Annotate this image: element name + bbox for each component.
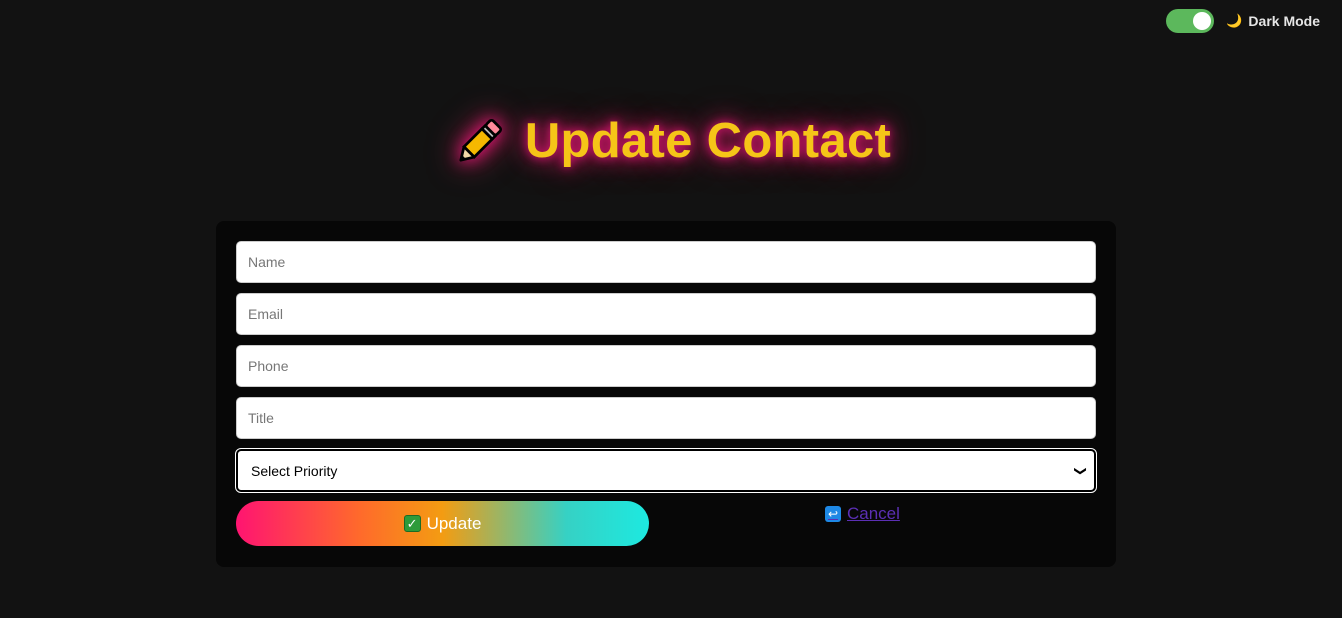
checkmark-icon: ✓ bbox=[403, 515, 421, 532]
dark-mode-label: Dark Mode bbox=[1248, 13, 1320, 29]
dark-mode-toggle[interactable] bbox=[1166, 9, 1215, 33]
email-input[interactable] bbox=[236, 293, 1096, 335]
update-button-label: Update bbox=[426, 513, 482, 533]
dark-mode-label-group: 🌙 Dark Mode bbox=[1226, 13, 1320, 29]
page-header: Update Contact bbox=[0, 112, 1342, 170]
pencil-icon bbox=[459, 118, 502, 162]
moon-icon: 🌙 bbox=[1226, 13, 1243, 28]
name-input[interactable] bbox=[236, 241, 1096, 283]
theme-toggle-bar: 🌙 Dark Mode bbox=[1166, 9, 1320, 33]
priority-select[interactable]: Select Priority ❯ bbox=[235, 448, 1097, 493]
form-actions: ✓ Update ↩ Cancel bbox=[236, 501, 1096, 546]
cancel-link[interactable]: ↩ Cancel bbox=[825, 504, 900, 524]
return-arrow-icon: ↩ bbox=[825, 506, 841, 522]
update-contact-form: Select Priority ❯ ✓ Update ↩ Cancel bbox=[216, 221, 1116, 567]
phone-input[interactable] bbox=[236, 345, 1096, 387]
chevron-down-icon: ❯ bbox=[1073, 465, 1088, 476]
cancel-link-label: Cancel bbox=[847, 504, 900, 523]
page-title: Update Contact bbox=[524, 114, 892, 168]
toggle-knob bbox=[1193, 12, 1212, 30]
title-input[interactable] bbox=[236, 397, 1096, 439]
update-button[interactable]: ✓ Update bbox=[236, 501, 649, 546]
priority-select-value: Select Priority bbox=[251, 462, 338, 479]
